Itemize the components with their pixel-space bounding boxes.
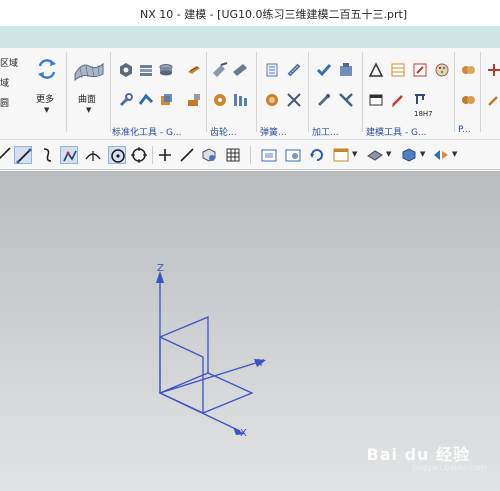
group-label-standard-tools[interactable]: 标准化工具 - G... [112,125,182,138]
title-bar: NX 10 - 建模 - [UG10.0练习三维建模二百五十三.prt] [0,0,500,26]
snap-center-icon[interactable] [108,146,126,164]
snap-on-curve-icon[interactable] [178,146,196,164]
divider [256,52,257,132]
spring-list-icon[interactable] [264,62,280,78]
window-icon[interactable] [368,92,384,108]
spring-orange-icon[interactable] [264,92,280,108]
parts-icon[interactable] [460,62,476,78]
surface-icon [74,62,104,82]
solid-dropdown-icon[interactable] [400,146,418,164]
more-label[interactable]: 更多 [36,92,54,105]
curve-tool-icon[interactable] [38,146,56,164]
z-axis-label: Z [157,263,164,274]
compress-icon[interactable] [286,92,302,108]
check-tool-icon[interactable] [316,62,332,78]
wrench-icon[interactable] [118,92,134,108]
divider [362,52,363,132]
snap-point-icon[interactable] [156,146,174,164]
stack-icon[interactable] [138,62,154,78]
chevron-down-icon[interactable]: ▼ [420,150,425,158]
block-icon[interactable] [158,92,174,108]
watermark-brand: Bai du 经验 [366,445,470,464]
x-axis-label: X [240,428,247,439]
layout-view-icon[interactable] [332,146,350,164]
clamp-icon[interactable] [138,92,154,108]
group-label-p[interactable]: P... [458,125,471,135]
snap-quadrant-icon[interactable] [130,146,148,164]
visibility-dropdown-icon[interactable] [432,146,450,164]
parts-alt-icon[interactable] [460,92,476,108]
surface-label[interactable]: 曲面 [78,92,96,105]
group-label-gear[interactable]: 齿轮... [210,125,237,138]
snap-toolbar: ▼ ▼ ▼ ▼ [0,140,500,170]
rotate-view-icon[interactable] [308,146,326,164]
view-orient-icon[interactable] [260,146,278,164]
watermark: Bai du 经验 jingyan.baidu.com [366,441,487,472]
hex-bolt-icon[interactable] [186,92,202,108]
divider [454,52,455,132]
line-tool-icon[interactable] [0,146,12,164]
window-title: NX 10 - 建模 - [UG10.0练习三维建模二百五十三.prt] [140,8,408,21]
rack-icon[interactable] [232,62,248,78]
ribbon-item-domain[interactable]: 域 [0,76,9,89]
render-style-icon[interactable] [284,146,302,164]
spring-icon[interactable] [286,62,302,78]
group-label-spring[interactable]: 弹簧... [260,125,287,138]
chevron-down-icon[interactable]: ▼ [386,150,391,158]
dimension-label: 18H7 [414,110,433,118]
bolt-icon[interactable] [186,62,202,78]
ribbon: 区域 域 圆 更多 ▼ 曲面 ▼ 标准化工具 - G... 齿轮... 弹簧..… [0,48,500,140]
ribbon-item-circle[interactable]: 圆 [0,96,9,109]
divider [206,52,207,132]
shaded-dropdown-icon[interactable] [366,146,384,164]
select-filter-icon[interactable] [200,146,218,164]
drill-icon[interactable] [316,92,332,108]
snap-endpoint-icon[interactable] [60,146,78,164]
move-icon[interactable] [486,62,500,78]
divider [110,52,111,132]
wand-icon[interactable] [486,92,500,108]
edit-table-icon[interactable] [412,62,428,78]
pen-icon[interactable] [390,92,406,108]
watermark-url: jingyan.baidu.com [412,463,487,472]
divider [480,52,481,132]
mill-icon[interactable] [338,92,354,108]
surface-button[interactable] [72,54,106,84]
chevron-down-icon[interactable]: ▼ [86,106,91,114]
gear-list-icon[interactable] [232,92,248,108]
gear-orange-icon[interactable] [212,92,228,108]
nut-icon[interactable] [118,62,134,78]
divider [308,52,309,132]
chevron-down-icon[interactable]: ▼ [44,106,49,114]
chevron-down-icon[interactable]: ▼ [352,150,357,158]
gear-cut-icon[interactable] [212,62,228,78]
ribbon-item-region[interactable]: 区域 [0,56,18,69]
quick-access-bar [0,26,500,48]
machine-icon[interactable] [338,62,354,78]
line-tool-icon[interactable] [14,146,32,164]
more-button[interactable] [30,54,60,84]
snap-midpoint-icon[interactable] [84,146,102,164]
triangle-icon[interactable] [368,62,384,78]
table-icon[interactable] [390,62,406,78]
palette-icon[interactable] [434,62,450,78]
grid-tool-icon[interactable] [224,146,242,164]
group-label-machining[interactable]: 加工... [312,125,339,138]
divider [66,52,67,132]
chevron-down-icon[interactable]: ▼ [452,150,457,158]
caliper-icon[interactable] [412,92,428,108]
graphics-viewport[interactable]: Z Y X Bai du 经验 jingyan.baidu.com [0,171,500,491]
divider [152,146,153,164]
divider [250,146,251,164]
y-axis-label: Y [257,358,265,369]
group-label-modeling-tools[interactable]: 建模工具 - G... [366,125,427,138]
refresh-icon [38,59,56,79]
bearing-icon[interactable] [158,62,174,78]
